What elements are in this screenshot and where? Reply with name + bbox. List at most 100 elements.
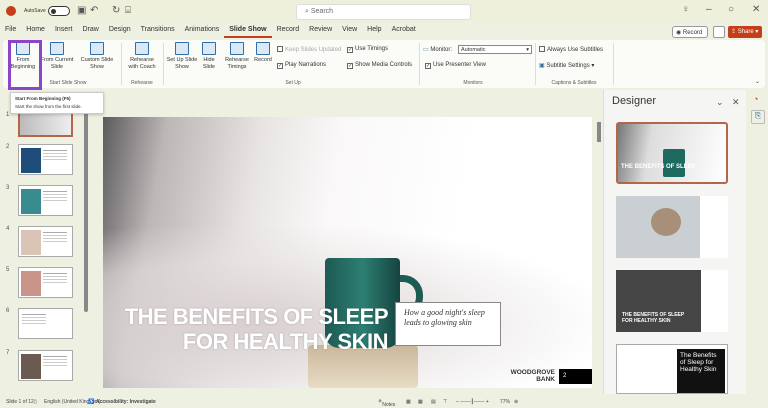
rehearse-with-coach-button[interactable]: Rehearse with Coach bbox=[125, 42, 159, 70]
lightbulb-icon[interactable]: ♀ bbox=[682, 4, 690, 15]
group-label-setup: Set Up bbox=[285, 80, 301, 86]
minimize-icon[interactable]: – bbox=[706, 4, 712, 15]
slide-counter: Slide 1 of 12 bbox=[6, 399, 34, 405]
hide-slide-icon bbox=[202, 42, 216, 55]
design-option[interactable] bbox=[616, 196, 728, 258]
use-timings-checkbox[interactable]: ✓ Use Timings bbox=[347, 46, 388, 53]
zoom-level[interactable]: 77% bbox=[500, 399, 510, 405]
divider bbox=[613, 43, 614, 85]
show-media-controls-checkbox[interactable]: ✓ Show Media Controls bbox=[347, 62, 412, 69]
save-icon[interactable]: ▣ bbox=[77, 5, 86, 16]
monitor-icon: ▭ bbox=[423, 47, 429, 53]
slide-thumbnail[interactable] bbox=[18, 350, 73, 381]
slide-thumbnail[interactable] bbox=[18, 185, 73, 216]
slide-thumbnail[interactable] bbox=[18, 144, 73, 175]
status-bar: Slide 1 of 12 ▯ English (United Kingdom)… bbox=[0, 396, 768, 408]
setup-icon bbox=[175, 42, 189, 55]
design-option[interactable]: The Benefits of Sleep for Healthy Skin bbox=[616, 344, 728, 394]
custom-show-icon bbox=[90, 42, 104, 55]
tab-draw[interactable]: Draw bbox=[77, 24, 103, 38]
close-pane-icon[interactable]: ✕ bbox=[732, 97, 740, 108]
use-presenter-view-checkbox[interactable]: ✓ Use Presenter View bbox=[425, 62, 486, 69]
keep-slides-updated-checkbox[interactable]: Keep Slides Updated bbox=[277, 46, 341, 53]
design-option[interactable]: THE BENEFITS OF SLEEP FOR HEALTHY SKIN bbox=[616, 270, 728, 332]
accessibility-icon: ♿ bbox=[88, 399, 95, 405]
right-rail: ◔ ⎘ bbox=[748, 90, 768, 394]
tab-home[interactable]: Home bbox=[21, 24, 50, 38]
monitor-select[interactable]: Automatic ▾ bbox=[458, 45, 532, 54]
subtitle-icon: ▣ bbox=[539, 63, 545, 69]
normal-view-icon[interactable]: ▦ bbox=[406, 399, 411, 405]
fit-to-window-icon[interactable]: ⊕ bbox=[514, 399, 518, 405]
slide-sorter-icon[interactable]: ▦ bbox=[418, 399, 423, 405]
tab-transitions[interactable]: Transitions bbox=[136, 24, 180, 38]
present-icon[interactable]: ⌸ bbox=[125, 5, 131, 16]
record-button[interactable]: ◉ Record bbox=[672, 26, 708, 38]
title-bar: AutoSave ▣ ↶ ↻ ⌸ ⌕ Search ♀ – ○ ✕ bbox=[0, 0, 768, 22]
autosave-toggle[interactable] bbox=[48, 6, 70, 16]
notes-button[interactable]: ≜ Notes bbox=[378, 399, 395, 408]
tab-slide-show[interactable]: Slide Show bbox=[224, 24, 272, 38]
chevron-down-icon: ▾ bbox=[526, 47, 529, 53]
chevron-down-icon[interactable]: ⌄ bbox=[716, 97, 724, 108]
search-input[interactable]: ⌕ Search bbox=[296, 4, 471, 20]
tab-design[interactable]: Design bbox=[104, 24, 136, 38]
copilot-icon[interactable]: ◔ bbox=[753, 94, 758, 104]
undo-icon[interactable]: ↶ bbox=[90, 5, 98, 16]
designer-icon[interactable]: ⎘ bbox=[751, 110, 765, 124]
design-option[interactable]: THE BENEFITS OF SLEEP bbox=[616, 122, 728, 184]
close-icon[interactable]: ✕ bbox=[752, 4, 760, 15]
group-label-start: Start Slide Show bbox=[49, 80, 87, 86]
slide-thumbnail[interactable] bbox=[18, 267, 73, 298]
coach-icon bbox=[135, 42, 149, 55]
slideshow-view-icon[interactable]: ⊤ bbox=[443, 399, 447, 405]
share-button[interactable]: ⇪ Share ▾ bbox=[728, 26, 762, 38]
tab-review[interactable]: Review bbox=[304, 24, 337, 38]
tab-insert[interactable]: Insert bbox=[50, 24, 78, 38]
powerpoint-logo-icon bbox=[6, 6, 16, 16]
tab-record[interactable]: Record bbox=[272, 24, 305, 38]
accessibility-status[interactable]: Accessibility: Investigate bbox=[96, 399, 156, 405]
slide-title[interactable]: THE BENEFITS OF SLEEP FOR HEALTHY SKIN bbox=[113, 304, 389, 354]
subtitle-settings-button[interactable]: ▣ Subtitle Settings ▾ bbox=[539, 62, 594, 69]
play-narrations-checkbox[interactable]: ✓ Play Narrations bbox=[277, 62, 326, 69]
comments-button[interactable] bbox=[713, 26, 725, 38]
collapse-ribbon-icon[interactable]: ⌄ bbox=[755, 78, 760, 85]
tab-acrobat[interactable]: Acrobat bbox=[387, 24, 421, 38]
hide-slide-button[interactable]: Hide Slide bbox=[199, 42, 219, 70]
set-up-slide-show-button[interactable]: Set Up Slide Show bbox=[165, 42, 199, 70]
zoom-slider[interactable]: – ───┃─── + bbox=[456, 399, 489, 405]
group-label-captions: Captions & Subtitles bbox=[551, 80, 597, 86]
tab-animations[interactable]: Animations bbox=[180, 24, 225, 38]
spellcheck-icon[interactable]: ▯ bbox=[34, 399, 37, 405]
custom-slide-show-button[interactable]: Custom Slide Show bbox=[79, 42, 115, 70]
divider bbox=[535, 43, 536, 85]
slide-canvas[interactable]: THE BENEFITS OF SLEEP FOR HEALTHY SKIN Ho… bbox=[103, 117, 592, 388]
from-current-slide-button[interactable]: From Current Slide bbox=[40, 42, 74, 70]
tab-view[interactable]: View bbox=[337, 24, 362, 38]
autosave-label: AutoSave bbox=[24, 8, 46, 14]
group-label-monitors: Monitors bbox=[463, 80, 483, 86]
reading-view-icon[interactable]: ▤ bbox=[431, 399, 436, 405]
divider bbox=[419, 43, 420, 85]
record-icon bbox=[256, 42, 270, 55]
tooltip: Start From Beginning (F5) Start the show … bbox=[10, 92, 104, 114]
tab-help[interactable]: Help bbox=[362, 24, 386, 38]
main-scrollbar[interactable] bbox=[597, 122, 601, 142]
divider bbox=[121, 43, 122, 85]
rehearse-timings-button[interactable]: Rehearse Timings bbox=[223, 42, 251, 70]
slide-thumbnail[interactable] bbox=[18, 226, 73, 257]
slide-thumbnails-panel: 1 2 3 4 5 6 7 bbox=[0, 106, 92, 394]
slide-thumbnail[interactable] bbox=[18, 308, 73, 339]
current-slide-icon bbox=[50, 42, 64, 55]
record-dropdown-button[interactable]: Record bbox=[252, 42, 274, 64]
subtitle-box[interactable]: How a good night's sleep leads to glowin… bbox=[395, 302, 501, 346]
redo-icon[interactable]: ↻ bbox=[112, 5, 120, 16]
ribbon-tabs: File Home Insert Draw Design Transitions… bbox=[0, 24, 421, 38]
thumbnails-scrollbar[interactable] bbox=[84, 112, 88, 312]
restore-icon[interactable]: ○ bbox=[728, 4, 734, 15]
always-use-subtitles-checkbox[interactable]: Always Use Subtitles bbox=[539, 46, 603, 53]
divider bbox=[163, 43, 164, 85]
tab-file[interactable]: File bbox=[0, 24, 21, 38]
slide-number-box: 2 bbox=[559, 369, 592, 384]
